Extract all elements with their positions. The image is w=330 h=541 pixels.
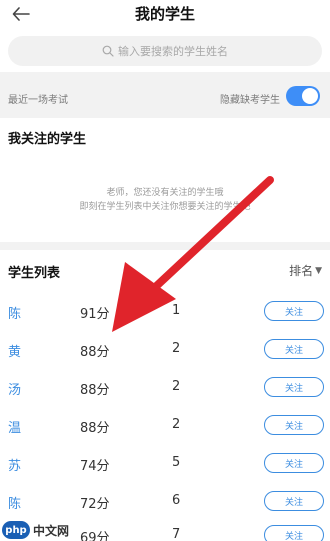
student-score: 88分 — [80, 421, 110, 436]
student-rank: 7 — [172, 527, 181, 541]
student-name[interactable]: 温 — [8, 417, 21, 436]
follow-button[interactable]: 关注 — [264, 491, 324, 511]
student-rank: 2 — [172, 417, 181, 432]
student-name[interactable]: 陈 — [8, 303, 21, 322]
header: 我的学生 输入要搜索的学生姓名 — [0, 0, 330, 72]
student-name[interactable]: 苏 — [8, 455, 21, 474]
search-input[interactable]: 输入要搜索的学生姓名 — [8, 36, 322, 66]
student-score: 72分 — [80, 497, 110, 512]
follow-button[interactable]: 关注 — [264, 415, 324, 435]
student-rank: 1 — [172, 303, 181, 318]
search-placeholder: 输入要搜索的学生姓名 — [118, 45, 228, 58]
student-list-title: 学生列表 — [8, 266, 61, 281]
site-watermark: php 中文网 — [2, 521, 69, 539]
empty-state-line-2: 即刻在学生列表中关注你想要关注的学生吧 — [79, 202, 251, 212]
student-name[interactable]: 陈 — [8, 493, 21, 512]
student-name[interactable]: 黄 — [8, 341, 21, 360]
student-rank: 6 — [172, 493, 181, 508]
hide-absent-toggle[interactable] — [286, 86, 320, 106]
watermark-text: 中文网 — [33, 523, 70, 538]
table-row: 黄 88分 2 关注 — [0, 332, 330, 368]
search-icon — [102, 45, 114, 57]
followed-students-section: 我关注的学生 老师，您还没有关注的学生哦 即刻在学生列表中关注你想要关注的学生吧 — [0, 118, 330, 242]
student-score: 69分 — [80, 531, 110, 541]
student-score: 74分 — [80, 459, 110, 474]
table-row: 陈 72分 6 关注 — [0, 484, 330, 520]
student-score: 88分 — [80, 383, 110, 398]
table-row: 汤 88分 2 关注 — [0, 370, 330, 406]
page-title: 我的学生 — [134, 5, 195, 23]
student-rank: 2 — [172, 379, 181, 394]
follow-button[interactable]: 关注 — [264, 377, 324, 397]
sort-label: 排名 — [289, 264, 314, 278]
student-list-section: 学生列表 排名 ▼ 陈 91分 1 关注 黄 88分 2 关注 汤 88分 2 … — [0, 250, 330, 541]
student-score: 88分 — [80, 345, 110, 360]
follow-button[interactable]: 关注 — [264, 525, 324, 541]
hide-absent-label: 隐藏缺考学生 — [220, 95, 280, 106]
filter-bar: 最近一场考试 隐藏缺考学生 — [0, 78, 330, 116]
student-rank: 2 — [172, 341, 181, 356]
table-row: 陈 91分 1 关注 — [0, 294, 330, 330]
student-name[interactable]: 汤 — [8, 379, 21, 398]
table-row: 苏 74分 5 关注 — [0, 446, 330, 482]
php-logo: php — [2, 521, 30, 539]
toggle-knob — [302, 88, 318, 104]
follow-button[interactable]: 关注 — [264, 339, 324, 359]
follow-button[interactable]: 关注 — [264, 301, 324, 321]
student-score: 91分 — [80, 307, 110, 322]
student-rank: 5 — [172, 455, 181, 470]
table-row: 温 88分 2 关注 — [0, 408, 330, 444]
followed-students-title: 我关注的学生 — [8, 132, 87, 147]
follow-button[interactable]: 关注 — [264, 453, 324, 473]
dropdown-triangle-icon: ▼ — [315, 265, 322, 276]
latest-exam-label[interactable]: 最近一场考试 — [8, 91, 68, 106]
sort-by-rank-button[interactable]: 排名 ▼ — [289, 262, 322, 279]
empty-state-line-1: 老师，您还没有关注的学生哦 — [106, 188, 224, 198]
